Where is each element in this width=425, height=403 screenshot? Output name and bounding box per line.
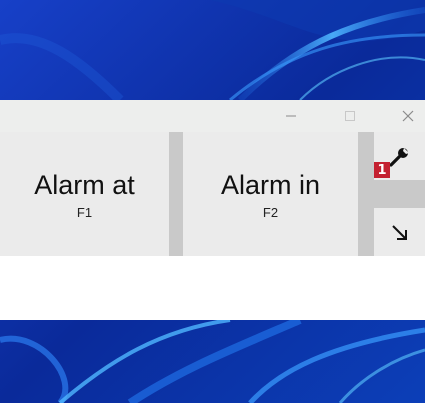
alarm-at-label: Alarm at [34, 169, 135, 200]
maximize-icon [345, 111, 355, 121]
alarm-in-shortcut: F2 [262, 204, 279, 220]
notification-badge: 1 [374, 162, 390, 178]
close-button[interactable] [385, 100, 425, 132]
app-window: Alarm at F1 Alarm in F2 1 [0, 100, 425, 320]
alarm-in-button[interactable]: Alarm in F2 [183, 132, 358, 256]
wrench-icon [389, 148, 409, 167]
maximize-button[interactable] [327, 100, 373, 132]
alarm-at-button[interactable]: Alarm at F1 [0, 132, 169, 256]
expand-button[interactable] [374, 208, 425, 256]
arrow-down-right-icon [392, 225, 407, 240]
close-icon [402, 110, 414, 122]
title-bar[interactable] [0, 100, 425, 132]
button-panel: Alarm at F1 Alarm in F2 [0, 132, 425, 256]
minimize-icon [286, 115, 296, 117]
alarm-in-label: Alarm in [220, 169, 321, 200]
alarm-at-shortcut: F1 [76, 204, 93, 220]
minimize-button[interactable] [268, 100, 314, 132]
